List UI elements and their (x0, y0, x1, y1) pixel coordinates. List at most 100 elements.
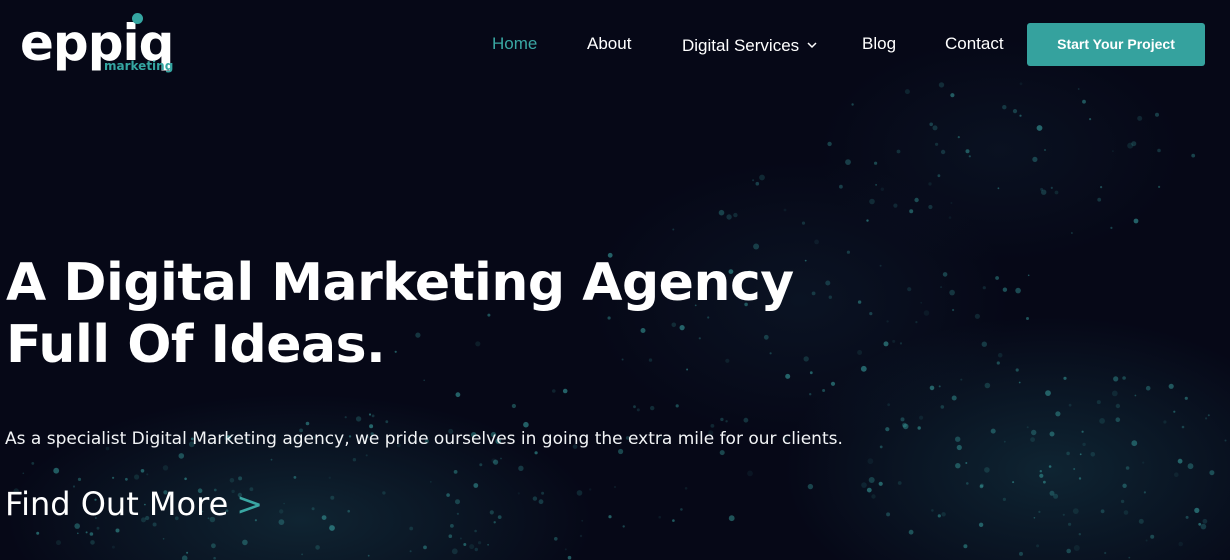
particle-dot (718, 209, 725, 216)
particle-dot (1063, 376, 1067, 380)
particle-dot (1033, 517, 1036, 519)
start-your-project-button[interactable]: Start Your Project (1027, 23, 1205, 66)
particle-dot (517, 492, 520, 495)
particle-dot (1115, 403, 1121, 409)
particle-dot (1036, 125, 1043, 131)
hero-subtitle: As a specialist Digital Marketing agency… (5, 429, 843, 449)
particle-dot (940, 286, 943, 289)
particle-dot (672, 228, 675, 231)
particle-dot (429, 481, 432, 483)
particle-dot (1066, 451, 1070, 456)
particle-dot (1123, 510, 1129, 515)
particle-dot (355, 416, 362, 422)
particle-dot (830, 381, 836, 386)
particle-dot (942, 272, 948, 277)
particle-dot (869, 198, 875, 205)
particle-dot (814, 239, 819, 245)
particle-dot (579, 534, 583, 538)
particle-dot (997, 352, 1003, 358)
particle-dot (1073, 545, 1080, 551)
particle-dot (1158, 185, 1161, 188)
particle-dot (1150, 534, 1155, 539)
particle-dot (725, 420, 728, 423)
particle-dot (1112, 150, 1114, 153)
particle-dot (1015, 287, 1021, 294)
nav-item-home[interactable]: Home (492, 34, 537, 54)
particle-dot (538, 499, 544, 505)
particle-dot (1097, 197, 1102, 202)
particle-dot (1049, 490, 1055, 496)
particle-dot (1073, 468, 1076, 470)
particle-dot (984, 467, 990, 473)
particle-dot (534, 451, 538, 455)
nav-item-digital-services[interactable]: Digital Services (682, 34, 817, 56)
particle-dot (809, 393, 812, 396)
particle-dot (478, 541, 482, 545)
particle-dot (31, 462, 35, 465)
particle-dot (541, 491, 545, 495)
particle-dot (1032, 156, 1038, 162)
particle-dot (1115, 417, 1121, 423)
particle-dot (984, 382, 991, 389)
particle-dot (85, 531, 88, 534)
particle-dot (633, 405, 636, 409)
particle-dot (981, 341, 987, 347)
nav-item-about[interactable]: About (587, 34, 631, 54)
particle-dot (347, 509, 351, 513)
particle-dot (931, 509, 934, 512)
particle-dot (125, 477, 128, 481)
particle-dot (839, 184, 843, 189)
particle-dot (979, 484, 984, 489)
particle-dot (917, 426, 921, 430)
nav-item-blog[interactable]: Blog (862, 34, 896, 54)
particle-dot (479, 463, 483, 467)
particle-dot (115, 528, 120, 533)
particle-dot (960, 378, 963, 381)
particle-dot (1026, 426, 1029, 429)
particle-dot (1043, 480, 1046, 484)
particle-dot (719, 450, 725, 456)
particle-dot (1145, 385, 1151, 391)
nav-item-contact[interactable]: Contact (945, 34, 1004, 54)
particle-dot (929, 122, 933, 127)
particle-dot (1079, 453, 1082, 456)
particle-dot (680, 508, 683, 511)
particle-dot (211, 543, 216, 549)
particle-dot (1168, 383, 1174, 389)
particle-dot (886, 512, 891, 517)
particle-dot (451, 548, 458, 555)
particle-dot (1039, 470, 1043, 473)
particle-dot (783, 208, 787, 212)
particle-dot (1018, 381, 1021, 384)
particle-dot (851, 103, 854, 106)
particle-dot (456, 512, 459, 515)
particle-dot (650, 405, 655, 411)
particle-dot (1100, 509, 1105, 514)
particle-dot (675, 404, 679, 408)
particle-dot (552, 389, 556, 393)
particle-dot (932, 125, 938, 131)
particle-dot (1181, 425, 1185, 429)
particle-dot (448, 534, 453, 538)
particle-dot (940, 405, 945, 409)
particle-dot (453, 470, 458, 474)
particle-dot (493, 459, 499, 465)
particle-dot (879, 445, 883, 449)
particle-dot (720, 417, 724, 422)
find-out-more-link[interactable]: Find Out More > (5, 484, 263, 524)
particle-dot (966, 482, 969, 485)
particle-dot (112, 476, 115, 479)
particle-dot (455, 392, 461, 398)
particle-dot (1207, 414, 1210, 417)
particle-dot (487, 543, 489, 546)
find-out-more-label: Find Out More (5, 485, 229, 523)
particle-dot (90, 540, 95, 545)
particle-dot (726, 214, 732, 220)
particle-dot (1002, 105, 1007, 110)
particle-dot (489, 510, 494, 515)
particle-dot (89, 532, 94, 536)
particle-dot (672, 519, 675, 522)
particle-dot (1177, 458, 1183, 464)
particle-dot (368, 413, 372, 416)
particle-dot (1157, 148, 1161, 153)
